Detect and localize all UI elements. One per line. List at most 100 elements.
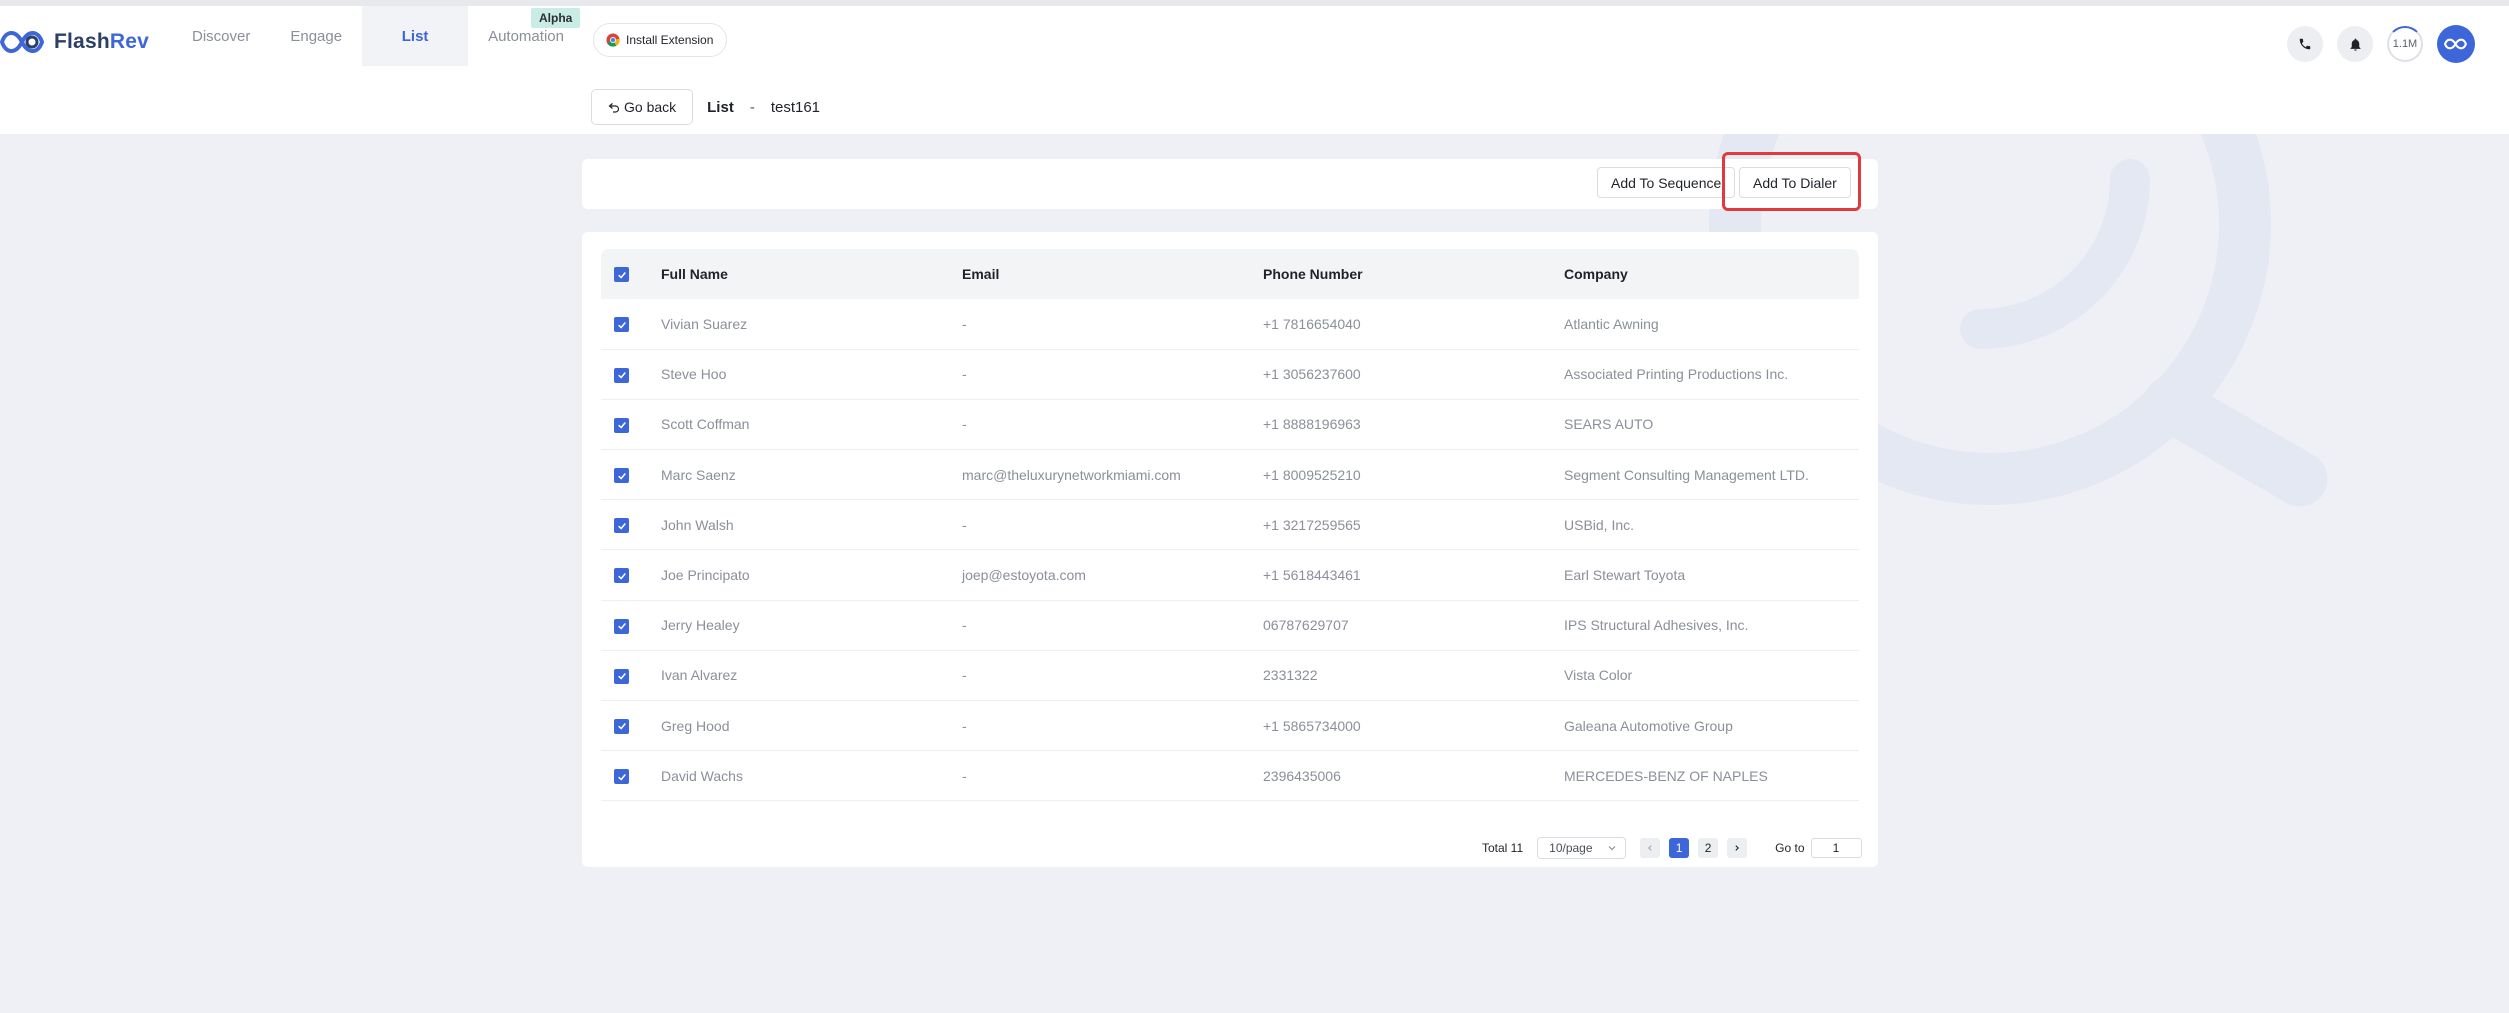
nav-list[interactable]: List [362, 6, 469, 66]
cell-full-name: Steve Hoo [661, 349, 962, 400]
prev-page-button[interactable] [1640, 838, 1661, 858]
checkmark-icon [617, 572, 626, 580]
cell-email: - [962, 700, 1263, 752]
cell-phone-number: 06787629707 [1263, 600, 1564, 651]
cell-full-name: Scott Coffman [661, 399, 962, 451]
cell-company: IPS Structural Adhesives, Inc. [1564, 600, 1859, 651]
header-select-all[interactable] [601, 249, 661, 299]
credits-indicator[interactable]: 1.1M [2387, 26, 2423, 62]
row-checkbox[interactable] [614, 718, 629, 734]
cell-phone-number: +1 5618443461 [1263, 549, 1564, 601]
add-to-dialer-button[interactable]: Add To Dialer [1739, 167, 1851, 198]
row-checkbox[interactable] [614, 367, 629, 383]
row-select-cell[interactable] [601, 700, 661, 752]
cell-company: Atlantic Awning [1564, 299, 1859, 350]
chevron-right-icon [1735, 845, 1740, 851]
row-select-cell[interactable] [601, 600, 661, 651]
header-email: Email [962, 249, 1263, 299]
cell-full-name: Joe Principato [661, 549, 962, 601]
cell-email: - [962, 650, 1263, 702]
table-row[interactable]: Steve Hoo - +1 3056237600 Associated Printi… [601, 349, 1859, 400]
cell-full-name: Jerry Healey [661, 600, 962, 651]
row-select-cell[interactable] [601, 449, 661, 501]
page-1-button[interactable]: 1 [1669, 838, 1690, 858]
row-select-cell[interactable] [601, 549, 661, 601]
row-select-cell[interactable] [601, 650, 661, 702]
breadcrumb: Go back List - test161 [591, 89, 820, 125]
table-row[interactable]: John Walsh - +1 3217259565 USBid, Inc. [601, 499, 1859, 551]
row-checkbox[interactable] [614, 769, 629, 785]
checkmark-icon [617, 773, 626, 781]
row-checkbox[interactable] [614, 468, 629, 484]
row-select-cell[interactable] [601, 399, 661, 451]
checkmark-icon [617, 321, 626, 329]
phone-button[interactable] [2287, 26, 2323, 62]
credits-value: 1.1M [2392, 38, 2418, 50]
row-select-cell[interactable] [601, 349, 661, 400]
cell-email: - [962, 499, 1263, 551]
table-row[interactable]: Greg Hood - +1 5865734000 Galeana Automotiv… [601, 700, 1859, 752]
goto-page-input[interactable] [1810, 838, 1862, 858]
row-checkbox[interactable] [614, 618, 629, 634]
table-row[interactable]: Scott Coffman - +1 8888196963 SEARS AUTO [601, 399, 1859, 451]
row-checkbox[interactable] [614, 317, 629, 333]
cell-company: Galeana Automotive Group [1564, 700, 1859, 752]
cell-email: marc@theluxurynetworkmiami.com [962, 449, 1263, 501]
table-row[interactable]: Ivan Alvarez -2331322 Vista Color [601, 650, 1859, 702]
row-select-cell[interactable] [601, 750, 661, 802]
notifications-button[interactable] [2337, 26, 2373, 62]
next-page-button[interactable] [1727, 838, 1748, 858]
page-2-button[interactable]: 2 [1698, 838, 1719, 858]
main-nav: Discover Engage List Automation [172, 6, 584, 66]
cell-company: Earl Stewart Toyota [1564, 549, 1859, 601]
add-to-sequence-button[interactable]: Add To Sequence [1597, 167, 1736, 198]
table-row[interactable]: David Wachs -2396435006 MERCEDES-BENZ OF N… [601, 750, 1859, 802]
row-checkbox[interactable] [614, 668, 629, 684]
nav-engage[interactable]: Engage [270, 6, 362, 66]
table-row[interactable]: Jerry Healey -06787629707 IPS Structural A… [601, 600, 1859, 651]
cell-email: - [962, 349, 1263, 400]
cell-full-name: David Wachs [661, 750, 962, 802]
install-extension-button[interactable]: Install Extension [593, 23, 728, 57]
cell-phone-number: +1 8888196963 [1263, 399, 1564, 451]
checkmark-icon [617, 673, 626, 680]
cell-full-name: Marc Saenz [661, 449, 962, 501]
pagination-total: Total 11 [1482, 841, 1524, 855]
row-checkbox[interactable] [614, 417, 629, 433]
row-select-cell[interactable] [601, 499, 661, 551]
user-avatar[interactable] [2437, 25, 2475, 63]
row-checkbox[interactable] [614, 568, 629, 584]
header-phone-number: Phone Number [1263, 249, 1564, 299]
contacts-table-card: Full Name Email Phone Number Company Viv… [582, 232, 1878, 867]
table-row[interactable]: Vivian Suarez - +1 7816654040 Atlantic Awni… [601, 299, 1859, 350]
brand-name: FlashRev [54, 30, 149, 53]
page-size-select[interactable]: 10/page [1537, 837, 1627, 859]
phone-icon [2299, 38, 2311, 50]
cell-email: - [962, 299, 1263, 350]
cell-company: Associated Printing Productions Inc. [1564, 349, 1859, 400]
app-logo[interactable]: FlashRev [0, 24, 149, 60]
nav-discover[interactable]: Discover [172, 6, 270, 66]
checkmark-icon [617, 623, 626, 630]
cell-email: joep@estoyota.com [962, 549, 1263, 601]
cell-company: USBid, Inc. [1564, 499, 1859, 551]
select-all-checkbox[interactable] [614, 267, 629, 283]
cell-email: - [962, 399, 1263, 451]
checkmark-icon [617, 372, 626, 379]
go-back-button[interactable]: Go back [591, 89, 694, 125]
cell-phone-number: 2396435006 [1263, 750, 1564, 802]
table-row[interactable]: Marc Saenz marc@theluxurynetworkmiami.com… [601, 449, 1859, 501]
table-body: Vivian Suarez - +1 7816654040 Atlantic Awni… [601, 299, 1859, 802]
table-row[interactable]: Joe Principato joep@estoyota.com +1 561844… [601, 549, 1859, 601]
cell-company: SEARS AUTO [1564, 399, 1859, 451]
row-checkbox[interactable] [614, 518, 629, 534]
cell-company: Vista Color [1564, 650, 1859, 702]
cell-full-name: Vivian Suarez [661, 299, 962, 350]
breadcrumb-separator: - [749, 98, 755, 116]
chevron-left-icon [1648, 845, 1652, 851]
goto-label: Go to [1775, 841, 1805, 855]
row-select-cell[interactable] [601, 299, 661, 350]
page-size-value: 10/page [1549, 841, 1593, 855]
checkmark-icon [617, 271, 626, 279]
list-actions-bar: Add To Sequence Add To Dialer [582, 152, 1878, 211]
